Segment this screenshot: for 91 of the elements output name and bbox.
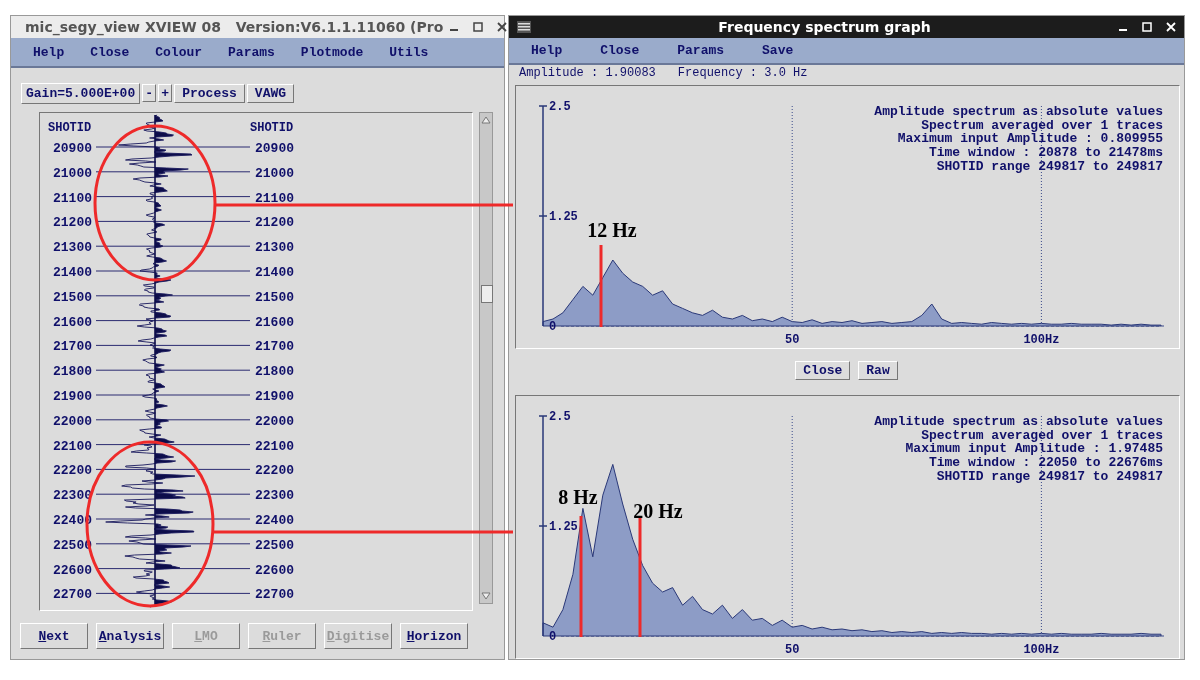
amplitude-readout: Amplitude : 1.90083 <box>519 66 656 80</box>
info-text: Amplitude spectrum as absolute values <box>874 104 1163 119</box>
action-button[interactable]: Horizon <box>400 623 468 649</box>
axis-tick-label: 22100 <box>53 438 92 454</box>
axis-tick-label: 21600 <box>53 314 92 330</box>
axis-tick-label: 22500 <box>255 537 294 553</box>
menu-item[interactable]: Colour <box>155 44 203 60</box>
menu-item[interactable]: Close <box>600 43 640 58</box>
axis-tick-label: 22000 <box>255 413 294 429</box>
info-text: Time window : 20878 to 21478ms <box>928 145 1163 161</box>
panel-button[interactable]: Close <box>795 360 851 380</box>
info-text: Maximum input Amplitude : 0.809955 <box>897 131 1163 147</box>
axis-tick-label: 0 <box>549 630 557 644</box>
menu-item[interactable]: Params <box>228 44 275 60</box>
maximize-icon[interactable] <box>473 22 484 32</box>
axis-tick-label: 22200 <box>53 463 92 479</box>
gain-step-button[interactable]: + <box>158 84 173 102</box>
axis-tick-label: 21900 <box>255 389 294 404</box>
info-text: SHOTID range 249817 to 249817 <box>936 468 1163 484</box>
info-text: Time window : 22050 to 22676ms <box>928 455 1163 471</box>
axis-tick-label: 22600 <box>53 562 92 578</box>
axis-tick-label: 22700 <box>53 587 92 603</box>
tool-button[interactable]: Process <box>174 83 245 103</box>
axis-tick-label: 50 <box>785 643 800 657</box>
axis-tick-label: 21900 <box>53 389 92 404</box>
action-button[interactable]: Next <box>20 623 88 649</box>
info-text: SHOTID range 249817 to 249817 <box>936 158 1163 174</box>
panel-button[interactable]: Raw <box>858 360 898 380</box>
menu-item[interactable]: Save <box>762 43 794 58</box>
axis-tick-label: 100Hz <box>1023 333 1060 347</box>
axis-tick-label: 21100 <box>53 190 92 206</box>
axis-tick-label: 22100 <box>255 438 294 454</box>
gain-step-button[interactable]: - <box>142 84 157 102</box>
axis-tick-label: 21700 <box>255 339 294 355</box>
axis-title: SHOTID <box>48 121 92 135</box>
gain-label: Gain=5.000E+00 <box>21 82 141 104</box>
axis-tick-label: 22400 <box>255 513 294 528</box>
axis-tick-label: 20900 <box>255 141 294 156</box>
axis-tick-label: 21400 <box>53 265 92 280</box>
annotation-label: 12 Hz <box>587 219 637 241</box>
axis-tick-label: 22700 <box>255 587 294 603</box>
up-arrow-icon[interactable] <box>481 116 491 124</box>
axis-tick-label: 21200 <box>53 215 92 231</box>
info-text: Spectrum averaged over 1 traces <box>921 427 1163 443</box>
menu-item[interactable]: Help <box>33 44 65 60</box>
axis-tick-label: 22200 <box>255 463 294 479</box>
axis-tick-label: 1.25 <box>549 520 578 534</box>
menu-item[interactable]: Plotmode <box>300 44 364 60</box>
menu-item[interactable]: Help <box>531 43 563 58</box>
app-icon <box>517 21 531 33</box>
axis-tick-label: 21600 <box>255 314 294 330</box>
annotation-label: 8 Hz <box>558 486 598 508</box>
axis-tick-label: 21500 <box>255 289 294 305</box>
axis-tick-label: 20900 <box>53 141 92 156</box>
frequency-readout: Frequency : 3.0 Hz <box>677 66 808 80</box>
axis-tick-label: 21500 <box>53 289 92 305</box>
axis-tick-label: 21800 <box>255 364 294 380</box>
axis-tick-label: 2.5 <box>549 100 571 114</box>
axis-tick-label: 21400 <box>255 265 294 280</box>
axis-tick-label: 2.5 <box>549 410 571 424</box>
axis-tick-label: 0 <box>549 320 557 334</box>
axis-tick-label: 100Hz <box>1023 643 1060 657</box>
axis-tick-label: 21100 <box>255 190 294 206</box>
axis-tick-label: 1.25 <box>549 210 578 224</box>
axis-tick-label: 50 <box>785 333 800 347</box>
action-button[interactable]: Analysis <box>96 623 164 649</box>
info-text: Spectrum averaged over 1 traces <box>921 117 1163 133</box>
axis-tick-label: 21700 <box>53 339 92 355</box>
scrollbar-thumb[interactable] <box>481 285 493 303</box>
menu-item[interactable]: Close <box>90 44 130 60</box>
menu-item[interactable]: Params <box>677 43 725 58</box>
annotation-label: 20 Hz <box>633 500 683 522</box>
window-title: Frequency spectrum graph <box>717 19 932 35</box>
scrollbar[interactable] <box>479 112 493 604</box>
window-title: mic_segy_view XVIEW 08 Version:V6.1.1.11060 (Pro <box>25 19 444 35</box>
axis-tick-label: 21300 <box>53 240 92 256</box>
close-icon[interactable] <box>497 22 508 32</box>
axis-tick-label: 21300 <box>255 240 294 256</box>
axis-tick-label: 22300 <box>255 488 294 504</box>
axis-tick-label: 21000 <box>53 165 92 181</box>
down-arrow-icon[interactable] <box>481 592 491 600</box>
menu-item[interactable]: Utils <box>389 44 429 60</box>
axis-tick-label: 21800 <box>53 364 92 380</box>
axis-title: SHOTID <box>250 121 294 135</box>
axis-tick-label: 22600 <box>255 562 294 578</box>
axis-tick-label: 21000 <box>255 165 294 181</box>
info-text: Amplitude spectrum as absolute values <box>874 414 1163 429</box>
tool-button[interactable]: VAWG <box>246 83 295 103</box>
axis-tick-label: 22000 <box>53 413 92 429</box>
info-text: Maximum input Amplitude : 1.97485 <box>905 441 1163 457</box>
axis-tick-label: 21200 <box>255 215 294 231</box>
